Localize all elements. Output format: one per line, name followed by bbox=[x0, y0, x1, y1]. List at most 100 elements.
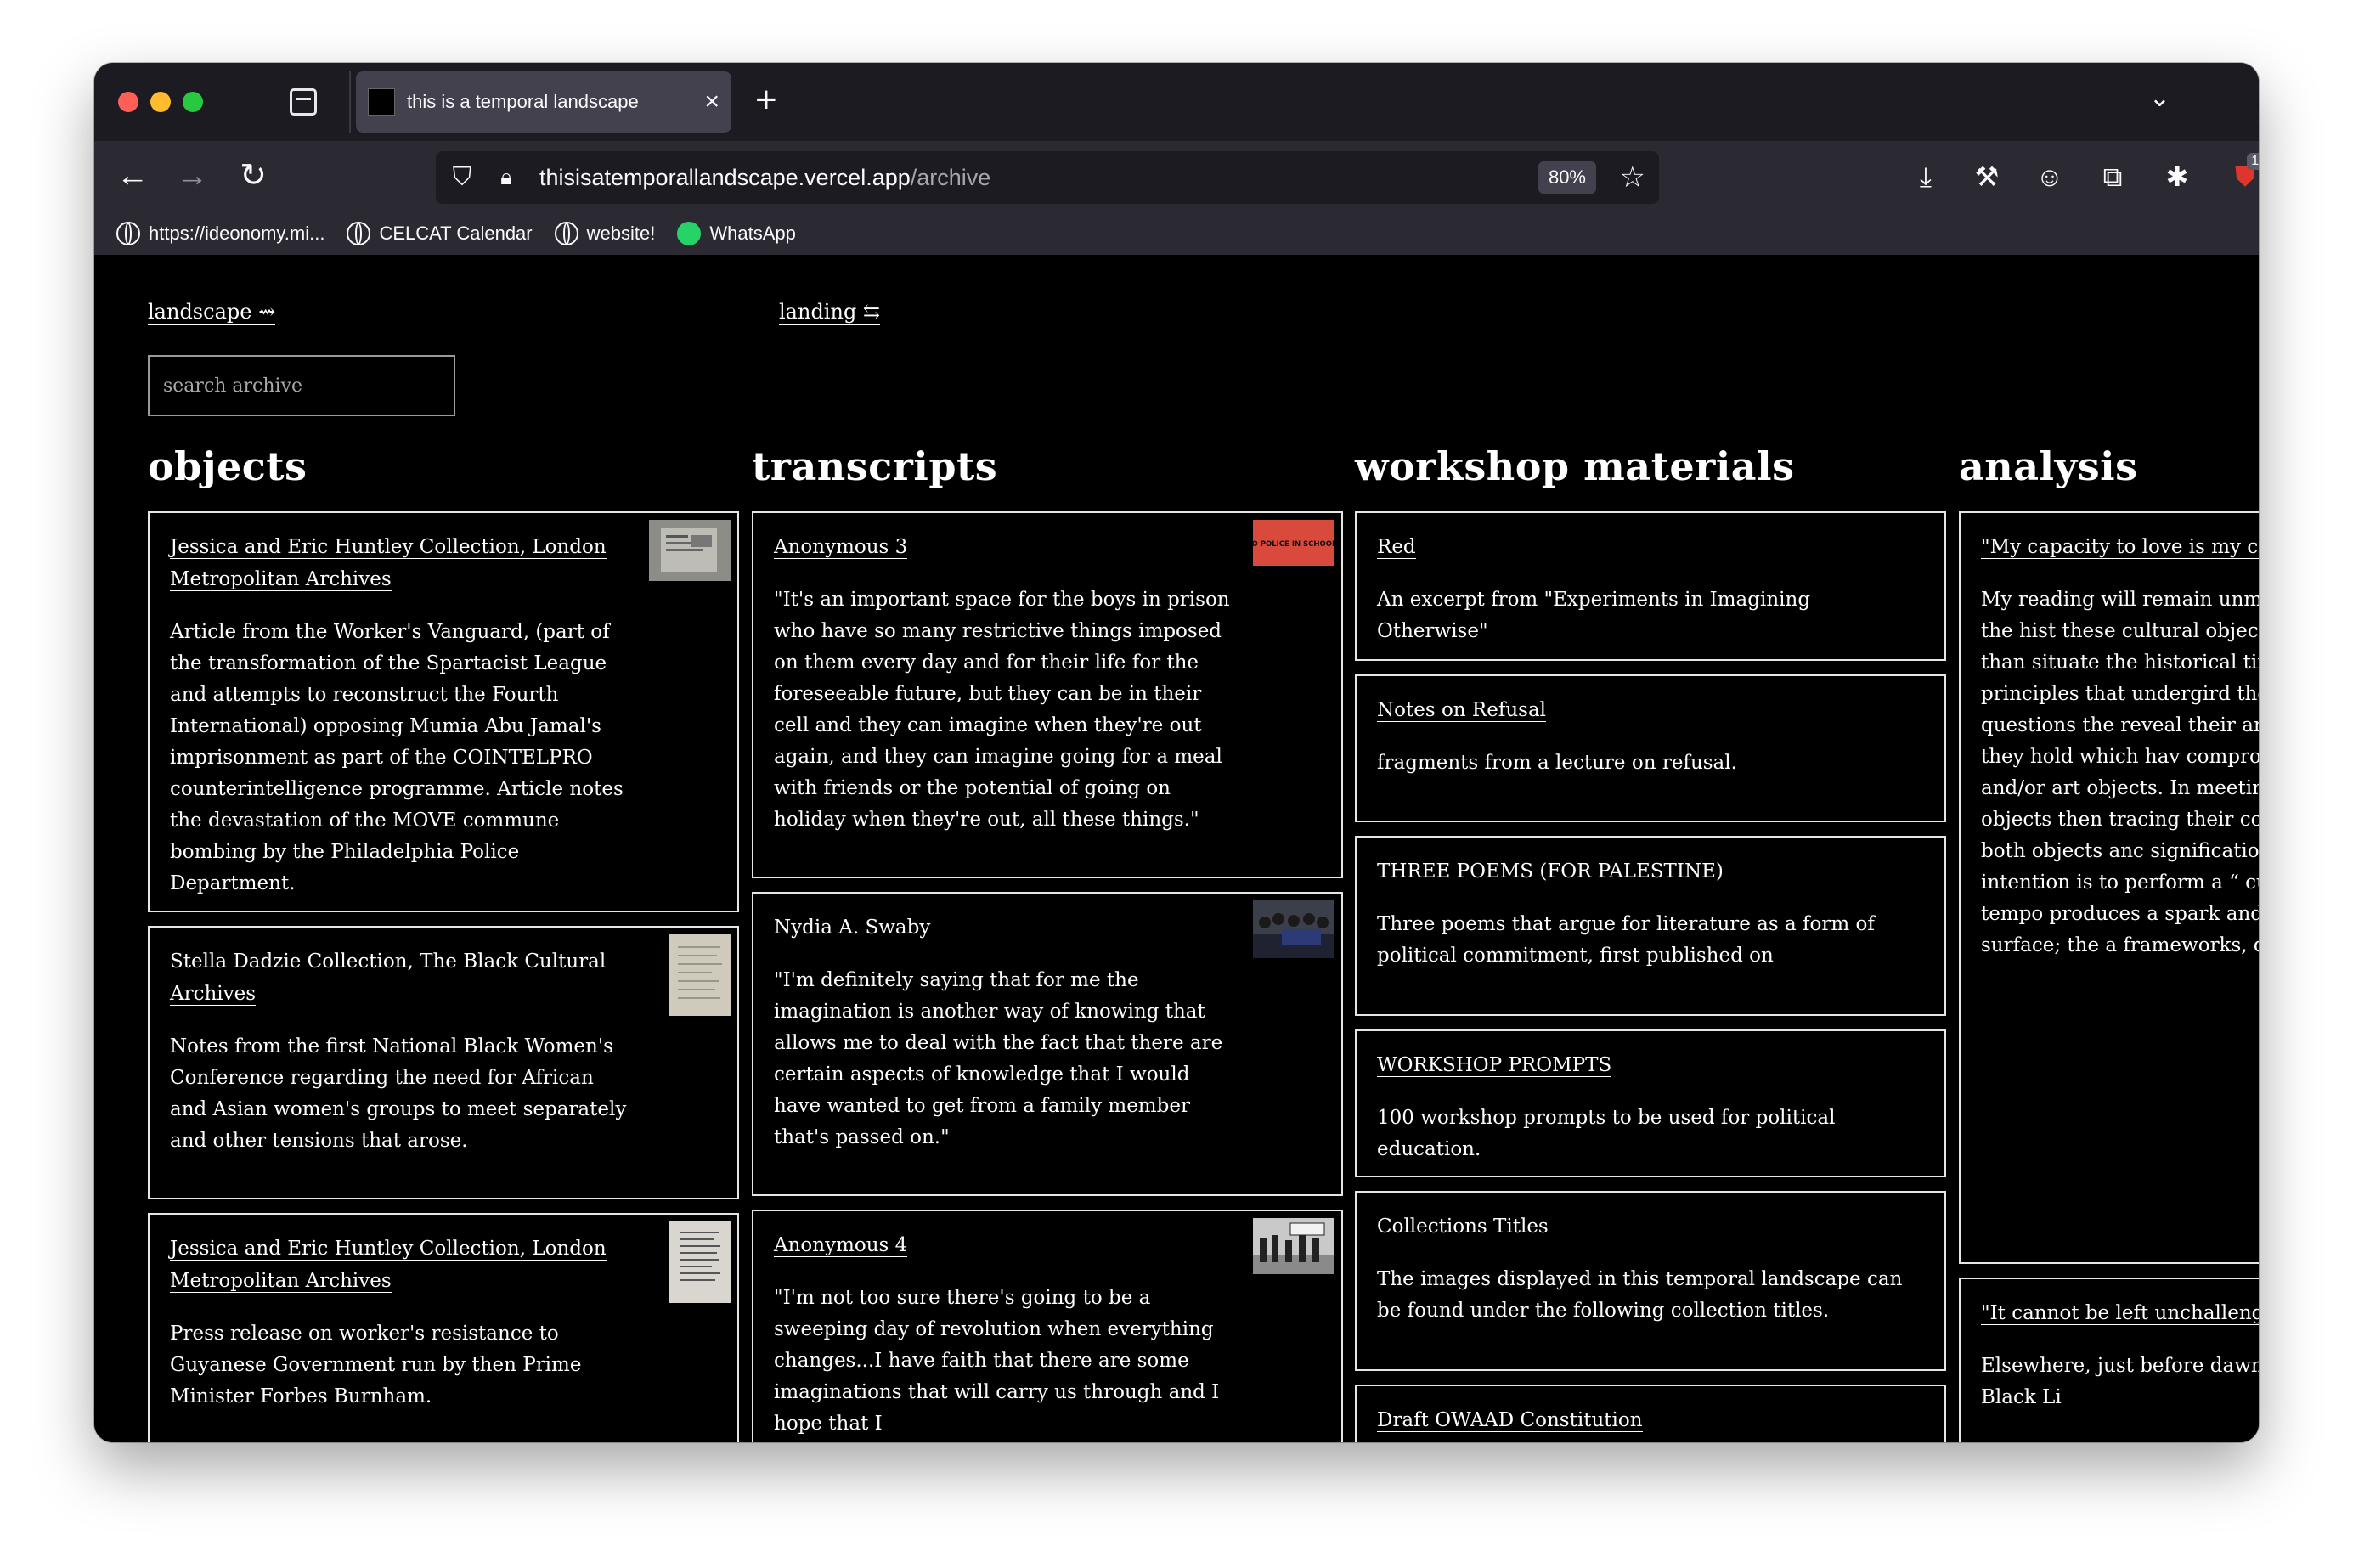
object-card-title[interactable]: Jessica and Eric Huntley Collection, Lon… bbox=[170, 536, 607, 591]
navigation-bar: ← → ↻ ⛉ 🔒︎ thisisatemporallandscape.verc… bbox=[94, 141, 2259, 212]
maximize-window-button[interactable] bbox=[183, 92, 203, 112]
workshop-card[interactable]: THREE POEMS (FOR PALESTINE) Three poems … bbox=[1355, 836, 1946, 1016]
workshop-card[interactable]: Notes on Refusal fragments from a lectur… bbox=[1355, 674, 1946, 822]
objects-heading: objects bbox=[148, 443, 308, 489]
transcripts-column: NO POLICE IN SCHOOLS Anonymous 3 "It's a… bbox=[752, 511, 1343, 1442]
wrench-icon[interactable]: ⚒ bbox=[1968, 158, 2006, 195]
transcript-card-title[interactable]: Nydia A. Swaby bbox=[774, 917, 931, 939]
analysis-card[interactable]: "My capacity to love is my cap My readin… bbox=[1959, 511, 2259, 1264]
workshop-card-description: The images displayed in this temporal la… bbox=[1377, 1268, 1903, 1322]
chevron-down-icon[interactable]: ⌄ bbox=[2149, 83, 2170, 113]
active-tab[interactable]: this is a temporal landscape × bbox=[356, 71, 731, 133]
workshop-card[interactable]: WORKSHOP PROMPTS 100 workshop prompts to… bbox=[1355, 1029, 1946, 1177]
forward-arrow-icon[interactable]: → bbox=[172, 156, 212, 195]
bookmarks-bar: https://ideonomy.mi... CELCAT Calendar w… bbox=[94, 212, 2259, 255]
object-card[interactable]: Stella Dadzie Collection, The Black Cult… bbox=[148, 926, 739, 1199]
lock-icon[interactable]: 🔒︎ bbox=[495, 164, 517, 191]
workshop-materials-column: Red An excerpt from "Experiments in Imag… bbox=[1355, 511, 1946, 1442]
whatsapp-icon bbox=[677, 222, 702, 245]
analysis-card-excerpt: My reading will remain unmo autonomous, … bbox=[1981, 589, 2259, 956]
tab-title: this is a temporal landscape bbox=[407, 91, 639, 112]
analysis-card-title[interactable]: "My capacity to love is my cap bbox=[1981, 536, 2259, 559]
reload-icon[interactable]: ↻ bbox=[234, 156, 273, 195]
back-arrow-icon[interactable]: ← bbox=[113, 156, 152, 195]
bookmark-label: CELCAT Calendar bbox=[379, 223, 533, 244]
transcript-card-title[interactable]: Anonymous 4 bbox=[774, 1234, 908, 1257]
group-photo-thumbnail bbox=[1253, 900, 1334, 958]
analysis-column: "My capacity to love is my cap My readin… bbox=[1959, 511, 2259, 1442]
object-card-title[interactable]: Jessica and Eric Huntley Collection, Lon… bbox=[170, 1238, 607, 1293]
account-icon[interactable]: ☺ bbox=[2031, 158, 2068, 195]
workshop-card-title[interactable]: Collections Titles bbox=[1377, 1215, 1549, 1238]
workshop-card-title[interactable]: WORKSHOP PROMPTS bbox=[1377, 1054, 1612, 1077]
object-card-title[interactable]: Stella Dadzie Collection, The Black Cult… bbox=[170, 950, 607, 1006]
object-card[interactable]: Jessica and Eric Huntley Collection, Lon… bbox=[148, 511, 739, 912]
analysis-heading: analysis bbox=[1959, 443, 2138, 489]
workshop-card-title[interactable]: Red bbox=[1377, 536, 1416, 559]
bookmark-label: WhatsApp bbox=[709, 223, 796, 244]
workshop-card-description: fragments from a lecture on refusal. bbox=[1377, 752, 1737, 774]
url-host: thisisatemporallandscape.vercel.app bbox=[539, 164, 911, 190]
objects-column: Jessica and Eric Huntley Collection, Lon… bbox=[148, 511, 739, 1442]
analysis-card-excerpt: Elsewhere, just before dawn o September … bbox=[1981, 1355, 2259, 1408]
url-text[interactable]: thisisatemporallandscape.vercel.app/arch… bbox=[539, 165, 990, 191]
workshop-card-description: 100 workshop prompts to be used for poli… bbox=[1377, 1107, 1836, 1160]
document-thumbnail bbox=[669, 934, 731, 1016]
bookmark-ideonomy[interactable]: https://ideonomy.mi... bbox=[116, 222, 324, 245]
march-photo-thumbnail bbox=[1253, 1218, 1334, 1274]
globe-icon bbox=[347, 222, 371, 245]
thumbnail-caption: NO POLICE IN SCHOOLS bbox=[1253, 540, 1334, 549]
protest-banner-thumbnail: NO POLICE IN SCHOOLS bbox=[1253, 520, 1334, 566]
transcripts-heading: transcripts bbox=[752, 443, 998, 489]
transcript-card-quote: "I'm not too sure there's going to be a … bbox=[774, 1287, 1220, 1435]
address-bar[interactable]: ⛉ 🔒︎ thisisatemporallandscape.vercel.app… bbox=[436, 151, 1659, 204]
download-icon[interactable]: ⤓ bbox=[1907, 158, 1944, 195]
bookmark-whatsapp[interactable]: WhatsApp bbox=[677, 222, 796, 245]
close-window-button[interactable] bbox=[118, 92, 138, 112]
landing-link[interactable]: landing ⇆ bbox=[779, 299, 881, 325]
tab-overview-icon[interactable] bbox=[290, 88, 317, 116]
bookmark-celcat[interactable]: CELCAT Calendar bbox=[347, 222, 533, 245]
analysis-card[interactable]: "It cannot be left unchallenged Elsewher… bbox=[1959, 1278, 2259, 1442]
bookmark-website[interactable]: website! bbox=[554, 222, 656, 245]
shield-icon[interactable]: ⛉ bbox=[449, 163, 475, 192]
workshop-materials-heading: workshop materials bbox=[1355, 443, 1795, 489]
close-tab-icon[interactable]: × bbox=[704, 89, 719, 115]
minimize-window-button[interactable] bbox=[150, 92, 171, 112]
object-card-description: Notes from the first National Black Wome… bbox=[170, 1035, 627, 1152]
landscape-link[interactable]: landscape ⇝ bbox=[148, 299, 276, 325]
workshop-card-title[interactable]: THREE POEMS (FOR PALESTINE) bbox=[1377, 860, 1724, 883]
url-path: /archive bbox=[910, 164, 991, 190]
bookmark-label: https://ideonomy.mi... bbox=[149, 223, 325, 244]
transcript-card[interactable]: Nydia A. Swaby "I'm definitely saying th… bbox=[752, 892, 1343, 1196]
workshop-card[interactable]: Collections Titles The images displayed … bbox=[1355, 1191, 1946, 1371]
tab-separator bbox=[349, 71, 351, 133]
browser-window: this is a temporal landscape × + ⌄ ← → ↻… bbox=[94, 63, 2259, 1442]
workshop-card-title[interactable]: Draft OWAAD Constitution bbox=[1377, 1409, 1643, 1432]
workshop-card[interactable]: Draft OWAAD Constitution bbox=[1355, 1385, 1946, 1442]
object-card-description: Press release on worker's resistance to … bbox=[170, 1323, 582, 1407]
extension-badge: 10 bbox=[2247, 153, 2259, 170]
transcript-card[interactable]: NO POLICE IN SCHOOLS Anonymous 3 "It's a… bbox=[752, 511, 1343, 878]
extension-asterisk-icon[interactable]: ✱ bbox=[2158, 158, 2196, 195]
object-card[interactable]: Jessica and Eric Huntley Collection, Lon… bbox=[148, 1213, 739, 1442]
workshop-card-description: Three poems that argue for literature as… bbox=[1377, 913, 1875, 967]
transcript-card[interactable]: Anonymous 4 "I'm not too sure there's go… bbox=[752, 1210, 1343, 1442]
document-thumbnail bbox=[669, 1221, 731, 1303]
workshop-card-title[interactable]: Notes on Refusal bbox=[1377, 699, 1547, 722]
star-icon[interactable]: ☆ bbox=[1620, 160, 1645, 195]
new-tab-icon[interactable]: + bbox=[755, 82, 777, 119]
globe-icon bbox=[554, 222, 578, 245]
workshop-card-description: An excerpt from "Experiments in Imaginin… bbox=[1377, 589, 1811, 642]
favicon-icon bbox=[368, 88, 395, 116]
search-archive-input[interactable] bbox=[148, 355, 455, 416]
zoom-level-button[interactable]: 80% bbox=[1538, 161, 1596, 194]
transcript-card-title[interactable]: Anonymous 3 bbox=[774, 536, 908, 559]
extensions-icon[interactable]: ⧉ bbox=[2094, 158, 2131, 195]
object-card-description: Article from the Worker's Vanguard, (par… bbox=[170, 621, 624, 894]
globe-icon bbox=[116, 222, 140, 245]
workshop-card[interactable]: Red An excerpt from "Experiments in Imag… bbox=[1355, 511, 1946, 661]
shield-extension-icon[interactable]: ⛊10 bbox=[2226, 153, 2259, 195]
analysis-card-title[interactable]: "It cannot be left unchallenged bbox=[1981, 1302, 2259, 1325]
bookmark-label: website! bbox=[586, 223, 656, 244]
